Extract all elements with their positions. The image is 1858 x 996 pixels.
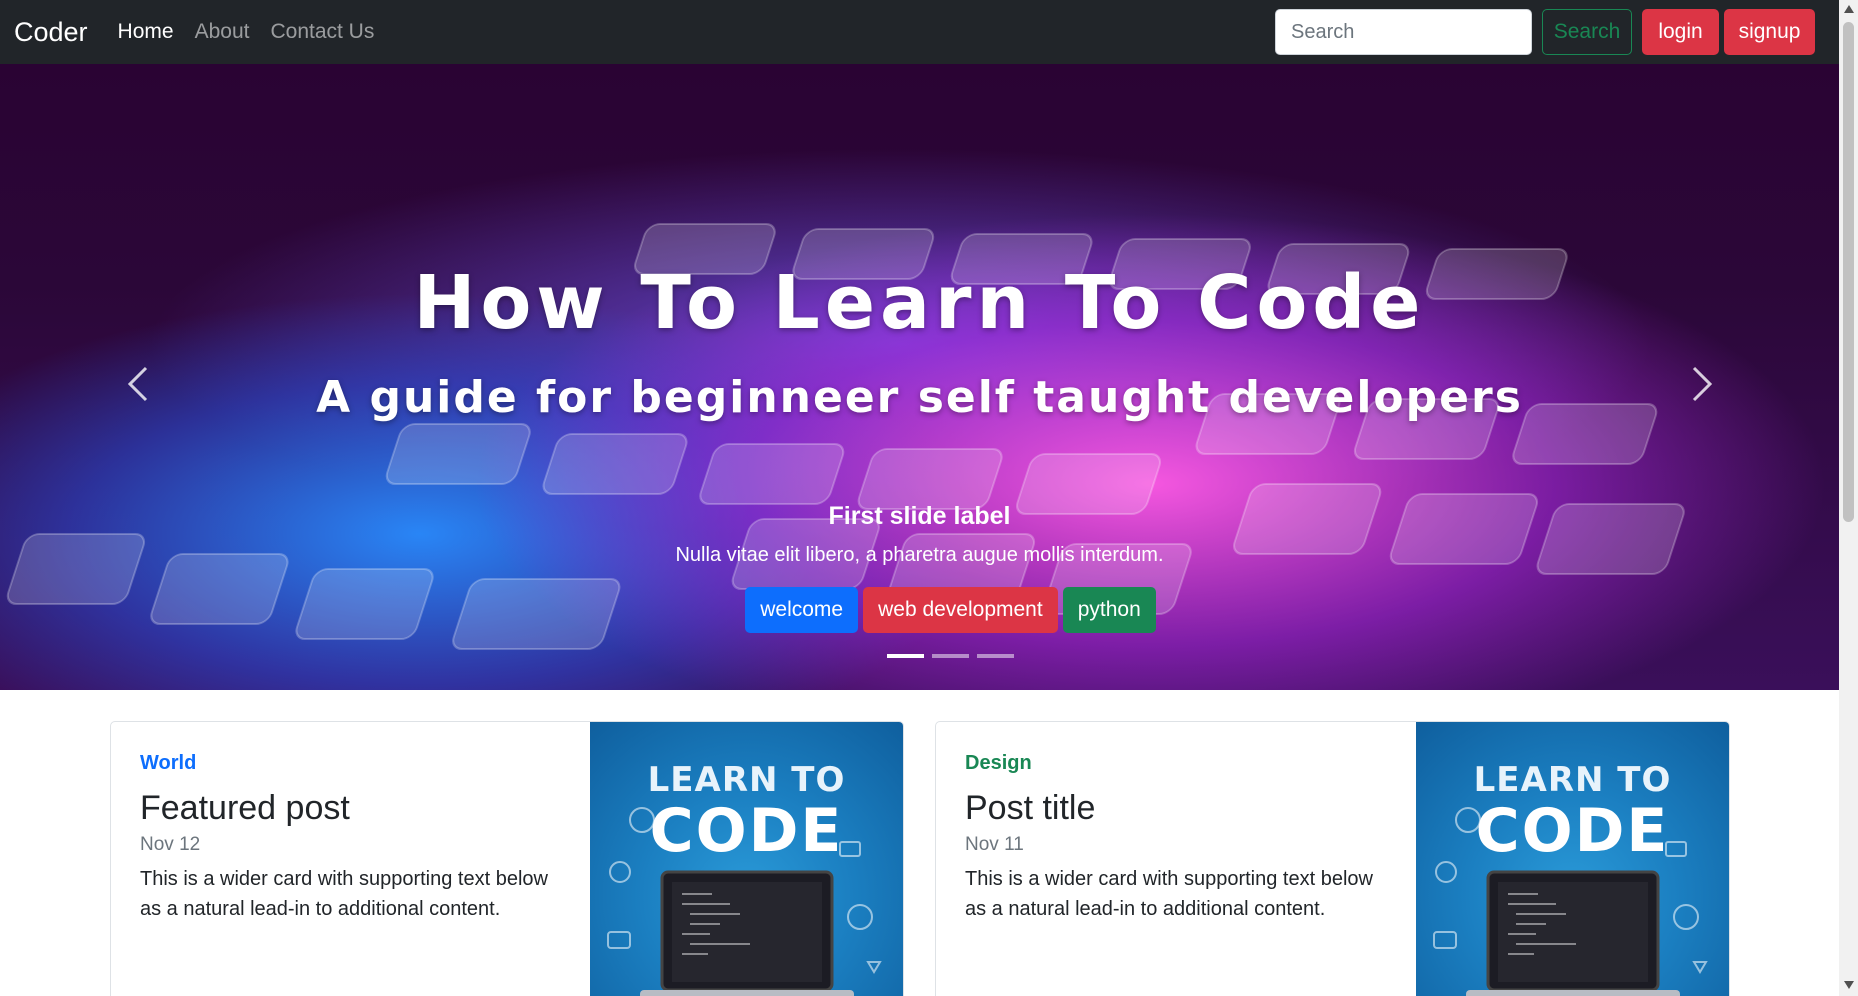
card-title: Post title — [965, 789, 1096, 827]
scroll-up-icon[interactable] — [1843, 4, 1854, 14]
card-date: Nov 11 — [965, 834, 1024, 855]
card-text: This is a wider card with supporting tex… — [140, 868, 548, 920]
tag-web-development-button[interactable]: web development — [863, 587, 1058, 633]
tag-welcome-button[interactable]: welcome — [745, 587, 859, 633]
tag-buttons: welcome web development python — [0, 587, 1839, 633]
carousel-indicators — [0, 654, 1839, 658]
laptop-illustration — [607, 807, 882, 996]
featured-post-card: World Featured post Nov 12 This is a wid… — [110, 721, 904, 996]
hero-carousel: How To Learn To Code A guide for beginne… — [0, 64, 1839, 690]
page-scrollbar[interactable] — [1839, 0, 1858, 996]
carousel-indicator-3[interactable] — [977, 654, 1014, 658]
carousel-caption-title: First slide label — [828, 502, 1011, 530]
card-image: LEARN TO CODE — [1416, 722, 1729, 996]
login-button[interactable]: login — [1642, 9, 1719, 55]
card-body: Design Post title Nov 11 This is a wider… — [965, 752, 1395, 924]
card-text: This is a wider card with supporting tex… — [965, 868, 1373, 920]
tag-python-button[interactable]: python — [1062, 587, 1156, 633]
scroll-down-icon[interactable] — [1843, 980, 1854, 990]
carousel-prev-button[interactable] — [108, 354, 168, 414]
card-category: World — [140, 752, 197, 774]
brand-logo[interactable]: Coder — [14, 17, 88, 48]
carousel-indicator-1[interactable] — [887, 654, 924, 658]
nav-link-contact[interactable]: Contact Us — [270, 20, 374, 44]
post-card: Design Post title Nov 11 This is a wider… — [935, 721, 1730, 996]
card-body: World Featured post Nov 12 This is a wid… — [140, 752, 570, 924]
card-category: Design — [965, 752, 1032, 774]
chevron-right-icon — [1692, 366, 1713, 402]
chevron-left-icon — [127, 366, 148, 402]
hero-image-title: How To Learn To Code — [413, 260, 1426, 346]
card-image: LEARN TO CODE — [590, 722, 903, 996]
scrollbar-thumb[interactable] — [1843, 22, 1854, 522]
nav-link-home[interactable]: Home — [118, 20, 174, 44]
carousel-indicator-2[interactable] — [932, 654, 969, 658]
hero-image-subtitle: A guide for beginneer self taught develo… — [316, 372, 1523, 423]
navbar-actions: Search login signup — [1275, 9, 1815, 55]
nav-link-about[interactable]: About — [195, 20, 250, 44]
search-input[interactable] — [1275, 9, 1532, 55]
laptop-illustration — [1433, 807, 1708, 996]
card-date: Nov 12 — [140, 834, 201, 855]
signup-button[interactable]: signup — [1724, 9, 1815, 55]
search-button[interactable]: Search — [1542, 9, 1632, 55]
carousel-next-button[interactable] — [1672, 354, 1732, 414]
navbar: Coder Home About Contact Us Search login… — [0, 0, 1839, 64]
carousel-caption-text: Nulla vitae elit libero, a pharetra augu… — [675, 544, 1164, 566]
page: Coder Home About Contact Us Search login… — [0, 0, 1858, 996]
card-title: Featured post — [140, 789, 350, 827]
